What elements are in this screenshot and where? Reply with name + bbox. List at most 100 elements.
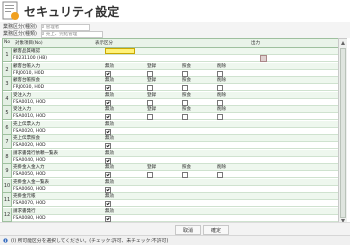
business-type-label: 業務区分(種別) [3,24,37,30]
permission-checkbox[interactable] [105,70,111,77]
table-row: 7 売上伝票照会 無効 FSA0020, H0D [3,135,339,149]
option-label: 削除 [217,107,226,112]
permission-checkbox[interactable] [182,85,188,91]
permission-checkbox[interactable] [182,172,188,178]
permission-checkbox[interactable] [217,114,223,120]
scrollbar-thumb[interactable] [340,48,346,218]
function-code: FSA0060, H0D [13,186,46,192]
permission-checkbox[interactable] [105,128,111,135]
permission-checkbox[interactable] [147,114,153,120]
permission-grid: No 対象項目(No) 表示区分 出力 1 顧客品質確認 F0231100 (HB)… [2,38,339,226]
option-label: 無効 [105,208,114,214]
permission-checkbox[interactable] [217,85,223,91]
function-name: 売上伝票入力 [13,121,40,127]
table-row: 2 顧客台帳入力 無効 登録 照会 削除 FRJ0010, H0D [3,62,339,77]
option-label: 登録 [147,63,156,69]
row-number: 9 [3,164,12,178]
function-name: 請求書発行依頼一覧表 [13,150,58,156]
permission-checkbox[interactable] [105,157,111,164]
permission-checkbox[interactable] [182,99,188,106]
permission-checkbox[interactable] [105,172,111,178]
function-code: FRJ0030, H0D [13,85,45,90]
selected-cell[interactable] [105,48,135,54]
row-title-line: 請求書発行 無効 [12,207,339,215]
status-bar: (i) 所可能区分を選択してください。(チェック:許可、未チェック:不許可) [0,235,350,245]
row-number: 1 [3,48,12,62]
confirm-button[interactable]: 確定 [203,225,229,235]
row-title-line: 受注入力 無効 登録 照会 削除 [12,91,339,99]
row-title-line: 顧客台帳入力 無効 登録 照会 削除 [12,62,339,70]
row-title-line: 請求書発行依頼一覧表 無効 [12,149,339,157]
table-row: 1 顧客品質確認 F0231100 (HB) [3,48,339,62]
row-number: 3 [3,77,12,91]
permission-checkbox[interactable] [105,201,111,207]
permission-checkbox[interactable] [147,85,153,91]
row-title-line: 売上伝票入力 無効 [12,120,339,128]
scroll-up-arrow-icon[interactable] [340,40,346,46]
col-target-header: 対象項目(No) [15,41,43,46]
option-label: 無効 [105,136,114,141]
row-detail-line: FSA0060, H0D [12,185,339,193]
permission-checkbox[interactable] [217,70,223,77]
permission-checkbox[interactable] [105,143,111,149]
option-label: 無効 [105,121,114,127]
info-icon [3,238,8,243]
permission-checkbox[interactable] [147,172,153,178]
row-detail-line: FSA0020, H0D [12,142,339,149]
table-row: 12 請求書発行 無効 FSA0080, H0D [3,207,339,222]
table-row: 10 売掛金入金一覧表 無効 FSA0060, H0D [3,178,339,193]
permission-checkbox[interactable] [217,172,223,178]
option-label: 無効 [105,92,114,98]
row-number: 7 [3,135,12,149]
option-label: 削除 [217,78,226,83]
action-bar: 取消 確定 [0,222,350,235]
row-detail-line: FSA0040, H0D [12,156,339,164]
option-label: 照会 [182,63,191,69]
permission-checkbox[interactable] [217,99,223,106]
row-detail-line: FSA0080, H0D [12,214,339,222]
permission-checkbox[interactable] [147,99,153,106]
row-detail-line: FSA0010, H0D [12,98,339,106]
function-name: 顧客品質確認 [13,49,40,54]
business-type-row: 業務区分(種別) 0 管理者 [3,24,90,31]
table-row: 8 請求書発行依頼一覧表 無効 FSA0040, H0D [3,149,339,164]
permission-checkbox[interactable] [182,70,188,77]
option-label: 登録 [147,92,156,98]
row-title-line: 売掛金入金入力 無効 登録 照会 削除 [12,164,339,171]
output-flag-icon[interactable] [260,55,267,62]
row-title-line: 顧客品質確認 [12,48,339,55]
option-label: 照会 [182,78,191,83]
col-no-header: No [4,40,11,45]
permission-checkbox[interactable] [182,114,188,120]
row-number: 8 [3,149,12,164]
vertical-scrollbar[interactable] [338,38,347,225]
function-code: FSA0080, H0D [13,215,46,221]
option-label: 登録 [147,107,156,112]
business-kind-row: 業務区分(種類) 0 売上、完結管理 [3,31,103,38]
permission-checkbox[interactable] [105,85,111,91]
row-number: 6 [3,120,12,135]
business-type-value: 0 管理者 [40,24,90,31]
row-number: 2 [3,62,12,77]
function-code: FSA0050, H0D [13,172,46,177]
permission-checkbox[interactable] [105,186,111,193]
permission-checkbox[interactable] [105,99,111,106]
row-number: 4 [3,91,12,106]
security-document-icon [2,1,19,20]
function-name: 顧客台帳入力 [13,63,40,69]
option-label: 削除 [217,92,226,98]
table-row: 5 受注入力 無効 登録 照会 削除 FSA0010, H0D [3,106,339,120]
permission-checkbox[interactable] [105,114,111,120]
cancel-button[interactable]: 取消 [175,225,201,235]
permission-checkbox[interactable] [147,70,153,77]
business-kind-value: 0 売上、完結管理 [40,31,103,38]
option-label: 無効 [105,179,114,185]
function-name: 売掛金元帳 [13,194,36,199]
option-label: 照会 [182,107,191,112]
option-label: 無効 [105,165,114,170]
permission-checkbox[interactable] [105,215,111,222]
option-label: 照会 [182,92,191,98]
function-name: 受注入力 [13,107,31,112]
row-detail-line: FSA0070, H0D [12,200,339,207]
row-title-line: 売掛金入金一覧表 無効 [12,178,339,186]
